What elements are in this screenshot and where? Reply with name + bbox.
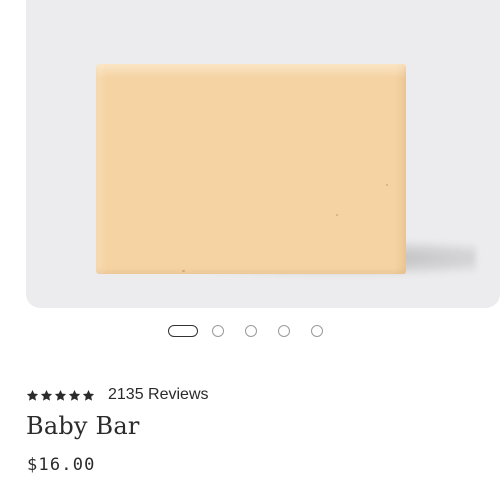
product-image-soap-bar xyxy=(96,64,406,274)
star-icon xyxy=(26,389,39,401)
carousel-dot[interactable] xyxy=(245,325,257,337)
carousel-pagination xyxy=(168,323,344,339)
carousel-dot[interactable] xyxy=(278,325,290,337)
product-title: Baby Bar xyxy=(26,412,140,440)
reviews-link[interactable]: 2135 Reviews xyxy=(108,386,209,404)
star-icon xyxy=(54,389,67,401)
carousel-dot-active[interactable] xyxy=(168,325,198,337)
soap-speck xyxy=(386,184,388,186)
product-page: 2135 Reviews Baby Bar $16.00 xyxy=(0,0,500,500)
star-icon xyxy=(68,389,81,401)
rating-row: 2135 Reviews xyxy=(26,384,209,406)
star-icon xyxy=(82,389,95,401)
carousel-dot[interactable] xyxy=(311,325,323,337)
product-image-card[interactable] xyxy=(26,0,500,308)
carousel-dot[interactable] xyxy=(212,325,224,337)
product-price: $16.00 xyxy=(27,455,96,475)
soap-speck xyxy=(336,214,338,216)
star-icon xyxy=(40,389,53,401)
soap-speck xyxy=(182,270,185,272)
star-rating[interactable] xyxy=(26,389,96,402)
